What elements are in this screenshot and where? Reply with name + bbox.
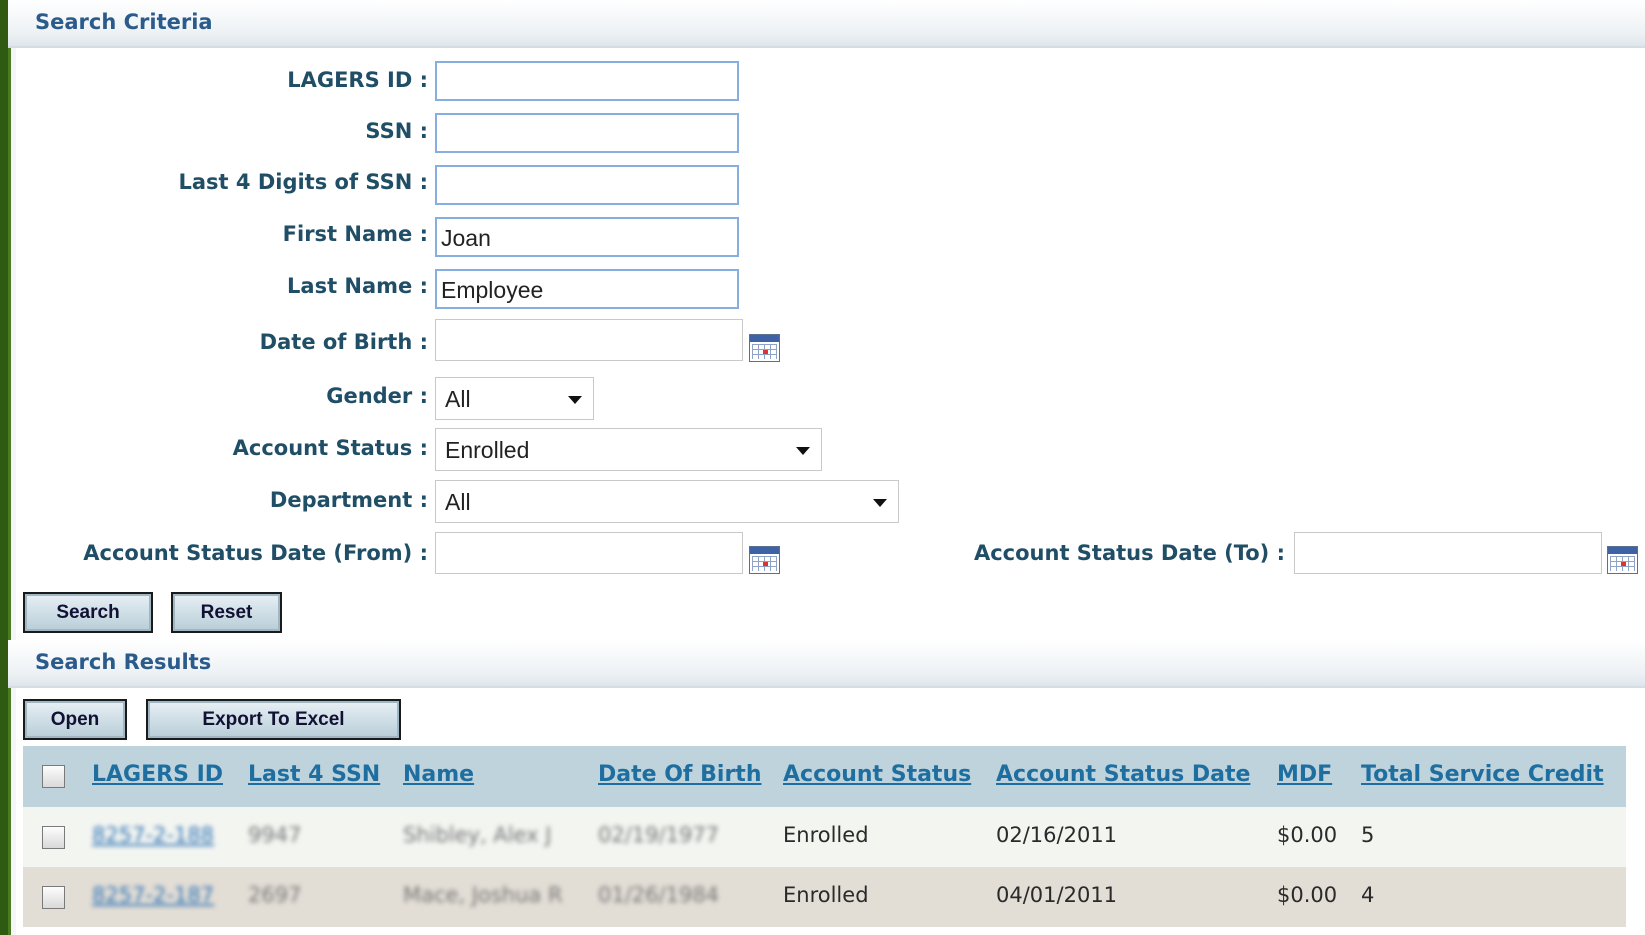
open-button[interactable]: Open [23, 699, 127, 740]
account-status-cell: Enrolled [783, 883, 869, 907]
lagers-id-label: LAGERS ID : [287, 68, 428, 92]
last4-ssn-cell: 2697 [248, 883, 302, 907]
lagers-id-input[interactable] [435, 61, 739, 101]
export-to-excel-button[interactable]: Export To Excel [146, 699, 401, 740]
account-status-select-value: Enrolled [445, 437, 530, 463]
column-header-mdf[interactable]: MDF [1277, 762, 1332, 787]
table-row[interactable]: 8257-2-187 2697 Mace, Joshua R 01/26/198… [23, 867, 1626, 927]
first-name-input[interactable]: Joan [435, 217, 739, 257]
total-service-credit-cell: 5 [1361, 823, 1375, 847]
row-checkbox[interactable] [42, 826, 65, 849]
calendar-icon[interactable] [749, 546, 780, 574]
account-status-date-from-label: Account Status Date (From) : [83, 541, 428, 565]
account-status-date-cell: 04/01/2011 [996, 883, 1118, 907]
search-criteria-title: Search Criteria [35, 10, 213, 34]
reset-button[interactable]: Reset [171, 592, 282, 633]
name-cell: Mace, Joshua R [403, 883, 563, 907]
column-header-lagers-id[interactable]: LAGERS ID [92, 762, 223, 787]
mdf-cell: $0.00 [1277, 823, 1338, 847]
search-results-title: Search Results [35, 650, 212, 674]
date-of-birth-cell: 01/26/1984 [598, 883, 720, 907]
account-status-date-cell: 02/16/2011 [996, 823, 1118, 847]
column-header-account-status[interactable]: Account Status [783, 762, 971, 787]
table-row[interactable]: 8257-2-188 9947 Shibley, Alex J 02/19/19… [23, 807, 1626, 867]
search-button[interactable]: Search [23, 592, 153, 633]
chevron-down-icon [568, 396, 582, 404]
department-select[interactable]: All [435, 480, 899, 523]
total-service-credit-cell: 4 [1361, 883, 1375, 907]
date-of-birth-cell: 02/19/1977 [598, 823, 720, 847]
last-name-label: Last Name : [287, 274, 428, 298]
gender-select[interactable]: All [435, 377, 594, 420]
gender-label: Gender : [326, 384, 428, 408]
calendar-icon[interactable] [1607, 546, 1638, 574]
date-of-birth-label: Date of Birth : [259, 330, 428, 354]
account-status-label: Account Status : [232, 436, 428, 460]
column-header-name[interactable]: Name [403, 762, 474, 787]
account-status-select[interactable]: Enrolled [435, 428, 822, 471]
lagers-id-link[interactable]: 8257-2-188 [92, 823, 214, 847]
last4-ssn-label: Last 4 Digits of SSN : [178, 170, 429, 194]
name-cell: Shibley, Alex J [403, 823, 552, 847]
last4-ssn-input[interactable] [435, 165, 739, 205]
results-grid-header: LAGERS ID Last 4 SSN Name Date Of Birth … [23, 746, 1626, 807]
account-status-cell: Enrolled [783, 823, 869, 847]
ssn-label: SSN : [365, 119, 428, 143]
last-name-input[interactable]: Employee [435, 269, 739, 309]
chevron-down-icon [796, 447, 810, 455]
search-results-header: Search Results [8, 640, 1645, 688]
department-select-value: All [445, 489, 471, 515]
gender-select-value: All [445, 386, 471, 412]
column-header-account-status-date[interactable]: Account Status Date [996, 762, 1250, 787]
last4-ssn-cell: 9947 [248, 823, 302, 847]
column-header-last4-ssn[interactable]: Last 4 SSN [248, 762, 380, 787]
column-header-total-service-credit[interactable]: Total Service Credit [1361, 762, 1604, 787]
date-of-birth-input[interactable] [435, 319, 743, 361]
select-all-checkbox[interactable] [42, 765, 65, 788]
account-status-date-to-label: Account Status Date (To) : [973, 541, 1285, 565]
ssn-input[interactable] [435, 113, 739, 153]
lagers-id-link[interactable]: 8257-2-187 [92, 883, 214, 907]
account-status-date-from-input[interactable] [435, 532, 743, 574]
search-criteria-header: Search Criteria [8, 0, 1645, 48]
chevron-down-icon [873, 499, 887, 507]
column-header-date-of-birth[interactable]: Date Of Birth [598, 762, 761, 787]
calendar-icon[interactable] [749, 334, 780, 362]
first-name-label: First Name : [282, 222, 428, 246]
account-status-date-to-input[interactable] [1294, 532, 1602, 574]
mdf-cell: $0.00 [1277, 883, 1338, 907]
department-label: Department : [269, 488, 428, 512]
row-checkbox[interactable] [42, 886, 65, 909]
